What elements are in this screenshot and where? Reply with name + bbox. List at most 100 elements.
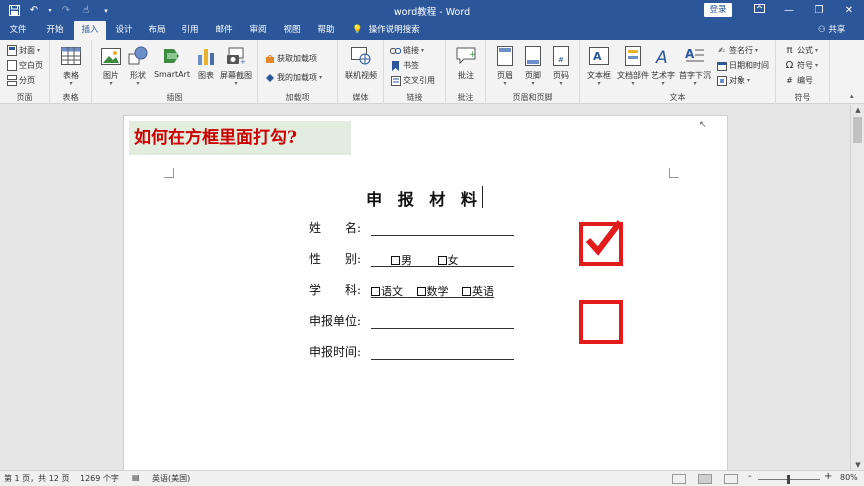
checkbox-male[interactable]: [391, 255, 400, 265]
cover-page-button[interactable]: 封面 ▾: [6, 44, 40, 57]
text-box-label: 文本框: [587, 71, 611, 80]
drop-cap-button[interactable]: A 首字下沉 ▾: [676, 45, 714, 87]
object-button[interactable]: 对象 ▾: [716, 74, 750, 87]
store-icon: [264, 53, 275, 64]
name-underline[interactable]: [371, 222, 514, 236]
read-mode-icon[interactable]: [672, 474, 686, 484]
tab-layout[interactable]: 布局: [143, 21, 171, 40]
group-label-text: 文本: [669, 93, 686, 102]
cover-page-icon: [6, 45, 17, 56]
document-page[interactable]: 如何在方框里面打勾? ↖ 申 报 材 料 姓 名: 性 别: 男 女 学 科: …: [123, 115, 728, 470]
scroll-up-icon[interactable]: ▲: [851, 105, 864, 115]
login-button[interactable]: 登录: [704, 3, 732, 17]
tab-view[interactable]: 视图: [278, 21, 306, 40]
group-header-footer: 页眉 ▾ 页脚 ▾ # 页码 ▾ 页眉和页脚: [486, 40, 580, 104]
language-indicator[interactable]: 英语(美国): [152, 473, 190, 484]
my-addins-button[interactable]: 我的加载项 ▾: [264, 71, 322, 84]
tab-mailings[interactable]: 邮件: [210, 21, 238, 40]
zoom-level[interactable]: 80%: [840, 473, 858, 482]
zoom-out-button[interactable]: -: [748, 471, 752, 482]
symbol-button[interactable]: Ω 符号 ▾: [784, 59, 818, 72]
footer-label: 页脚: [525, 71, 541, 80]
tab-help[interactable]: 帮助: [312, 21, 340, 40]
vertical-scrollbar[interactable]: ▲ ▼: [850, 105, 864, 470]
option-chinese[interactable]: 语文: [371, 283, 403, 299]
equation-button[interactable]: π 公式 ▾: [784, 44, 818, 57]
restore-icon[interactable]: ❐: [804, 0, 834, 21]
organization-underline[interactable]: [371, 315, 514, 329]
shapes-button[interactable]: 形状 ▾: [121, 45, 155, 87]
print-layout-icon[interactable]: [698, 474, 712, 484]
link-button[interactable]: 链接 ▾: [390, 44, 424, 57]
option-male[interactable]: 男: [391, 252, 412, 268]
svg-text:+: +: [240, 58, 246, 65]
new-comment-button[interactable]: + 批注: [449, 45, 483, 81]
form-row-date: 申报时间:: [309, 342, 514, 360]
date-underline[interactable]: [371, 346, 514, 360]
checked-box-example[interactable]: [579, 220, 623, 266]
wordart-button[interactable]: A 艺术字 ▾: [646, 45, 680, 87]
close-icon[interactable]: ✕: [834, 0, 864, 21]
zoom-in-button[interactable]: +: [824, 471, 832, 482]
cross-reference-button[interactable]: 交叉引用: [390, 74, 435, 87]
tab-home[interactable]: 开始: [40, 21, 70, 40]
page-info[interactable]: 第 1 页，共 12 页: [4, 473, 69, 484]
checkbox-math[interactable]: [416, 286, 426, 296]
scrollbar-thumb[interactable]: [853, 117, 862, 143]
bookmark-button[interactable]: 书签: [390, 59, 419, 72]
online-video-label: 联机视频: [345, 71, 377, 80]
touch-mode-icon[interactable]: ☝: [78, 3, 94, 18]
tab-design[interactable]: 设计: [110, 21, 138, 40]
zoom-slider-knob[interactable]: [787, 475, 790, 484]
date-time-button[interactable]: 日期和时间: [716, 59, 769, 72]
tab-references[interactable]: 引用: [176, 21, 204, 40]
drop-cap-label: 首字下沉: [679, 71, 711, 80]
collapse-ribbon-icon[interactable]: ▴: [850, 92, 854, 100]
table-button[interactable]: 表格 ▾: [54, 45, 88, 87]
undo-icon[interactable]: ↶: [26, 3, 42, 18]
tab-review[interactable]: 审阅: [244, 21, 272, 40]
tab-file[interactable]: 文件: [4, 21, 32, 40]
tab-insert[interactable]: 插入: [74, 21, 106, 40]
smartart-button[interactable]: SmartArt: [152, 45, 192, 79]
redo-icon[interactable]: ↷: [58, 3, 74, 18]
page-break-button[interactable]: 分页: [6, 74, 35, 87]
customize-qat-icon[interactable]: ▾: [98, 3, 114, 18]
document-title[interactable]: 申 报 材 料: [354, 186, 494, 210]
page-number-button[interactable]: # 页码 ▾: [544, 45, 578, 87]
number-button[interactable]: # 编号: [784, 74, 813, 87]
scroll-down-icon[interactable]: ▼: [851, 460, 864, 470]
option-math[interactable]: 数学: [416, 283, 449, 299]
minimize-icon[interactable]: —: [774, 0, 804, 21]
text-box-button[interactable]: A 文本框 ▾: [582, 45, 616, 87]
lightbulb-icon: 💡: [352, 25, 363, 35]
tell-me-search[interactable]: 💡 操作说明搜索: [352, 21, 420, 40]
web-layout-icon[interactable]: [724, 474, 738, 484]
option-english[interactable]: 英语: [462, 283, 494, 299]
ribbon-display-options-icon[interactable]: [744, 0, 774, 21]
person-icon: ⚇: [818, 25, 826, 35]
get-addins-button[interactable]: 获取加载项: [264, 52, 317, 65]
option-chinese-label: 语文: [381, 285, 403, 298]
page-number-label: 页码: [553, 71, 569, 80]
empty-box-example[interactable]: [579, 300, 623, 344]
checkbox-female[interactable]: [437, 255, 447, 265]
option-female[interactable]: 女: [437, 252, 459, 268]
screenshot-button[interactable]: + 屏幕截图 ▾: [216, 45, 256, 87]
blank-page-button[interactable]: 空白页: [6, 59, 43, 72]
chevron-down-icon[interactable]: ▾: [46, 3, 54, 18]
svg-text:#: #: [558, 56, 564, 64]
form-row-gender: 性 别: 男 女: [309, 249, 514, 267]
addins-icon: [264, 72, 275, 83]
online-video-button[interactable]: 联机视频: [340, 45, 382, 81]
proofing-icon[interactable]: ▤: [132, 473, 140, 482]
share-button[interactable]: ⚇ 共享: [818, 21, 845, 40]
document-area[interactable]: 如何在方框里面打勾? ↖ 申 报 材 料 姓 名: 性 别: 男 女 学 科: …: [0, 105, 850, 470]
word-count[interactable]: 1269 个字: [80, 473, 119, 484]
picture-icon: [100, 45, 122, 67]
footer-icon: [522, 45, 544, 67]
save-icon[interactable]: [6, 3, 22, 18]
checkbox-chinese[interactable]: [371, 286, 380, 296]
signature-line-button[interactable]: ✍ 签名行 ▾: [716, 44, 758, 57]
checkbox-english[interactable]: [462, 286, 471, 296]
